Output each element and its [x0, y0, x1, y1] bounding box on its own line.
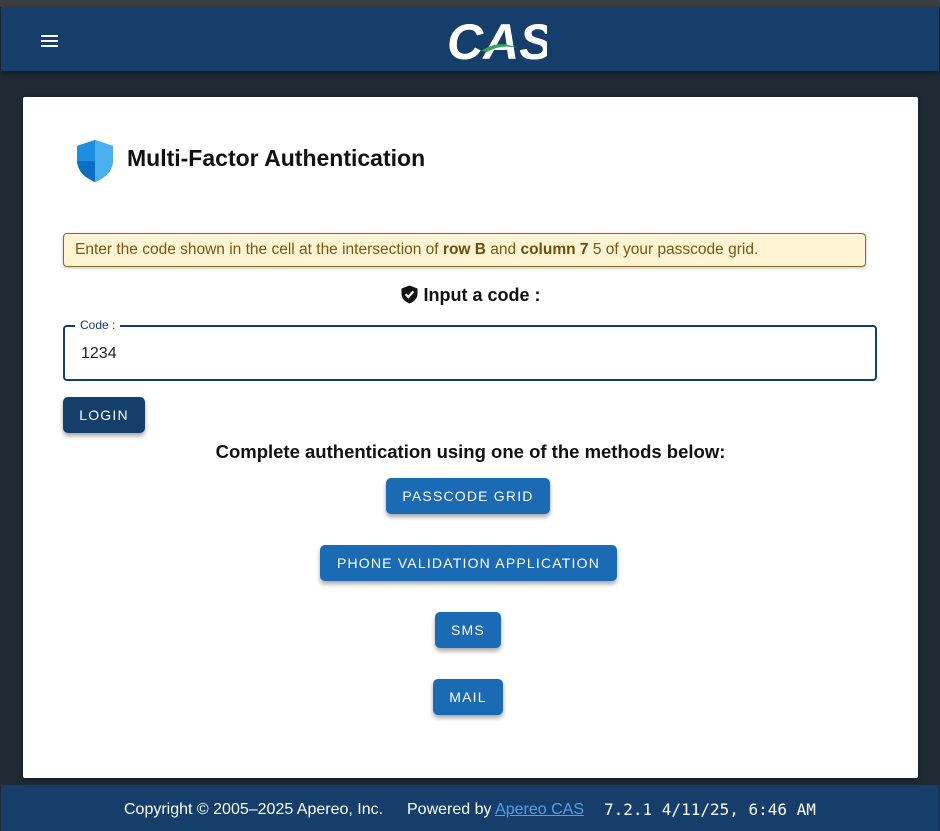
notice-row: row B: [442, 241, 486, 258]
version-info: 7.2.1 4/11/25, 6:46 AM: [604, 800, 816, 819]
mail-button[interactable]: MAIL: [433, 679, 503, 715]
powered-by: Powered by Apereo CAS: [407, 801, 584, 819]
notice-text-start: Enter the code shown in the cell at the …: [75, 241, 443, 258]
login-button[interactable]: LOGIN: [63, 397, 145, 433]
code-field: Code :: [63, 318, 877, 381]
shield-check-icon: [401, 285, 417, 304]
svg-text:CAS: CAS: [447, 15, 547, 65]
top-strip: [0, 0, 940, 7]
input-heading: Input a code :: [23, 285, 918, 306]
cas-logo[interactable]: CAS: [447, 15, 547, 65]
passcode-grid-button[interactable]: PASSCODE GRID: [386, 478, 550, 514]
phone-validation-button[interactable]: PHONE VALIDATION APPLICATION: [320, 545, 617, 581]
sms-button[interactable]: SMS: [435, 612, 501, 648]
app-header: CAS: [1, 7, 939, 71]
shield-icon: [77, 140, 113, 182]
mfa-card: Multi-Factor Authentication Enter the co…: [23, 97, 918, 778]
notice-text-middle: and: [485, 241, 521, 258]
notice-text-end: 5 of your passcode grid.: [588, 241, 759, 258]
input-heading-label: Input a code :: [423, 285, 541, 305]
apereo-cas-link[interactable]: Apereo CAS: [495, 801, 584, 818]
methods-heading: Complete authentication using one of the…: [215, 441, 726, 462]
footer: Copyright © 2005–2025 Apereo, Inc. Power…: [1, 785, 939, 831]
instruction-notice: Enter the code shown in the cell at the …: [63, 233, 866, 267]
copyright-text: Copyright © 2005–2025 Apereo, Inc.: [124, 801, 384, 818]
code-input[interactable]: [79, 327, 863, 381]
powered-by-prefix: Powered by: [407, 801, 496, 818]
notice-column: column 7: [520, 241, 589, 258]
page-title: Multi-Factor Authentication: [127, 145, 426, 171]
menu-icon[interactable]: [41, 35, 58, 47]
